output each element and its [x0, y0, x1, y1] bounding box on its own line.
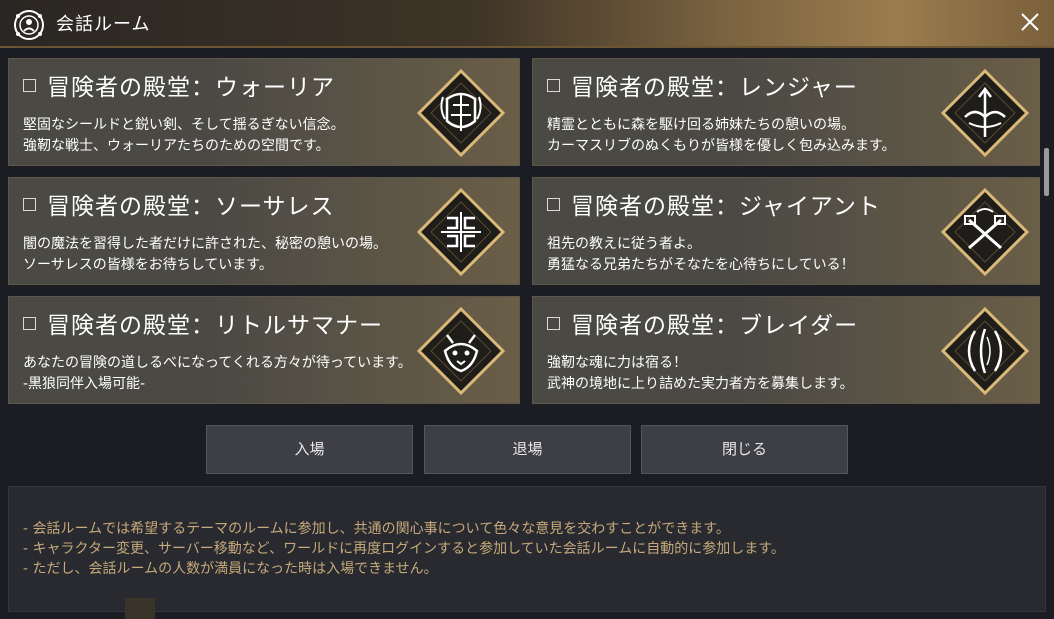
room-description: 堅固なシールドと鋭い剣、そして揺るぎない信念。: [23, 117, 345, 133]
room-card-giant[interactable]: 冒険者の殿堂：ジャイアント 祖先の教えに従う者よ。 勇猛なる兄弟たちがそなたを心…: [532, 177, 1040, 285]
background-decoration: [125, 598, 155, 619]
room-description: -黒狼同伴入場可能-: [23, 376, 146, 392]
warrior-emblem-icon: [417, 69, 505, 157]
room-card-little-summoner[interactable]: 冒険者の殿堂：リトルサマナー あなたの冒険の道しるべになってくれる方々が待ってい…: [8, 296, 520, 404]
window-header: 会話ルーム: [0, 0, 1054, 48]
room-checkbox[interactable]: [547, 79, 560, 92]
enter-button[interactable]: 入場: [206, 425, 413, 474]
close-icon[interactable]: [1018, 10, 1042, 34]
room-description: 武神の境地に上り詰めた実力者方を募集します。: [547, 376, 854, 392]
room-title: 冒険者の殿堂：ブレイダー: [571, 313, 859, 339]
room-description: 闇の魔法を習得した者だけに許された、秘密の憩いの場。: [23, 236, 387, 252]
room-description: 強靭な魂に力は宿る！: [547, 355, 687, 371]
room-checkbox[interactable]: [23, 317, 36, 330]
room-description: 祖先の教えに従う者よ。: [547, 236, 701, 252]
room-checkbox[interactable]: [547, 317, 560, 330]
room-list: 冒険者の殿堂：ウォーリア 堅固なシールドと鋭い剣、そして揺るぎない信念。 強靭な…: [0, 50, 1040, 410]
leave-button[interactable]: 退場: [424, 425, 631, 474]
room-card-blader[interactable]: 冒険者の殿堂：ブレイダー 強靭な魂に力は宿る！ 武神の境地に上り詰めた実力者方を…: [532, 296, 1040, 404]
room-title: 冒険者の殿堂：リトルサマナー: [47, 313, 383, 339]
info-panel: - 会話ルームでは希望するテーマのルームに参加し、共通の関心事について色々な意見…: [8, 486, 1046, 612]
room-checkbox[interactable]: [23, 79, 36, 92]
room-card-ranger[interactable]: 冒険者の殿堂：レンジャー 精霊とともに森を駆け回る姉妹たちの憩いの場。 カーマス…: [532, 58, 1040, 166]
scrollbar-thumb[interactable]: [1044, 148, 1049, 196]
ranger-emblem-icon: [941, 69, 1029, 157]
room-checkbox[interactable]: [547, 198, 560, 211]
room-description: 勇猛なる兄弟たちがそなたを心待ちにしている！: [547, 257, 855, 273]
emblem-face-icon: [14, 10, 44, 40]
room-description: ソーサレスの皆様をお待ちしています。: [23, 257, 273, 273]
room-description: 強靭な戦士、ウォーリアたちのための空間です。: [23, 138, 330, 154]
room-card-sorceress[interactable]: 冒険者の殿堂：ソーサレス 闇の魔法を習得した者だけに許された、秘密の憩いの場。 …: [8, 177, 520, 285]
little-summoner-emblem-icon: [417, 307, 505, 395]
room-title: 冒険者の殿堂：ウォーリア: [47, 75, 335, 101]
room-title: 冒険者の殿堂：ソーサレス: [47, 194, 335, 220]
sorceress-emblem-icon: [417, 188, 505, 276]
window-title: 会話ルーム: [56, 14, 151, 35]
info-line: - キャラクター変更、サーバー移動など、ワールドに再度ログインすると参加していた…: [23, 541, 785, 557]
room-title: 冒険者の殿堂：レンジャー: [571, 75, 858, 101]
close-button[interactable]: 閉じる: [641, 425, 848, 474]
room-description: 精霊とともに森を駆け回る姉妹たちの憩いの場。: [547, 117, 855, 133]
room-card-warrior[interactable]: 冒険者の殿堂：ウォーリア 堅固なシールドと鋭い剣、そして揺るぎない信念。 強靭な…: [8, 58, 520, 166]
room-title: 冒険者の殿堂：ジャイアント: [571, 194, 881, 220]
room-description: カーマスリブのぬくもりが皆様を優しく包み込みます。: [547, 138, 896, 154]
room-checkbox[interactable]: [23, 198, 36, 211]
info-line: - ただし、会話ルームの人数が満員になった時は入場できません。: [23, 561, 438, 577]
info-line: - 会話ルームでは希望するテーマのルームに参加し、共通の関心事について色々な意見…: [23, 521, 730, 537]
giant-emblem-icon: [941, 188, 1029, 276]
blader-emblem-icon: [941, 307, 1029, 395]
room-description: あなたの冒険の道しるべになってくれる方々が待っています。: [23, 355, 412, 371]
